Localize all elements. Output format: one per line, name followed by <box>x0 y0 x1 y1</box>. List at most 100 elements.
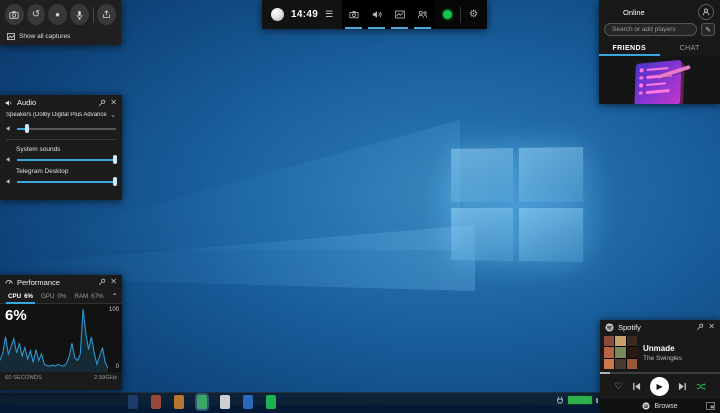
xbox-social-widget: Online ✎ FRIENDS CHAT <box>599 0 720 104</box>
tab-gpu[interactable]: GPU0% <box>37 289 70 303</box>
taskbar-icons <box>128 395 276 409</box>
playback-progress-bar[interactable] <box>600 372 720 374</box>
screenshot-button[interactable] <box>5 4 24 25</box>
system-sounds-slider[interactable] <box>17 155 116 165</box>
active-indicator <box>345 27 362 29</box>
battery-nub <box>596 398 598 403</box>
tab-ram[interactable]: RAM67% <box>70 289 107 303</box>
taskbar-app-3[interactable] <box>174 395 184 409</box>
taskbar-app-7[interactable] <box>266 395 276 409</box>
telegram-volume-slider[interactable] <box>17 177 116 187</box>
speaker-icon <box>6 125 13 132</box>
show-all-captures-label: Show all captures <box>19 33 70 40</box>
performance-footer: 60 SECONDS 2.59GHz <box>0 372 122 381</box>
game-bar-widget-toggles <box>342 0 434 29</box>
previous-button[interactable] <box>632 382 641 391</box>
start-recording-button[interactable]: ● <box>48 4 67 25</box>
capture-widget-toggle[interactable] <box>342 0 365 29</box>
add-friend-button[interactable]: ✎ <box>701 23 715 36</box>
people-icon <box>417 10 428 19</box>
divider <box>93 7 94 23</box>
performance-titlebar: Performance ✕ <box>0 275 122 289</box>
profile-button[interactable] <box>698 4 714 20</box>
camera-icon <box>9 10 19 20</box>
active-indicator <box>414 27 431 29</box>
taskbar-app-6[interactable] <box>243 395 253 409</box>
game-bar-right: ⚙ <box>434 0 487 29</box>
audio-titlebar: Audio ✕ <box>0 95 122 110</box>
divider <box>460 7 461 23</box>
capture-widget: ↺ ● Show all captures <box>0 0 121 45</box>
taskbar-app-5[interactable] <box>220 395 230 409</box>
taskbar-app-2[interactable] <box>151 395 161 409</box>
camera-icon <box>349 10 359 19</box>
windows-logo-pane <box>519 147 583 201</box>
friends-empty-state <box>599 56 720 104</box>
gauge-icon <box>5 278 13 286</box>
performance-tabs: CPU6% GPU0% RAM67% ⌃ <box>0 289 122 304</box>
audio-widget: Audio ✕ Speakers (Dolby Digital Plus Adv… <box>0 95 122 200</box>
close-icon[interactable]: ✕ <box>110 99 117 107</box>
speaker-icon <box>5 99 13 107</box>
next-button[interactable] <box>678 382 687 391</box>
close-icon[interactable]: ✕ <box>110 278 117 286</box>
gallery-icon <box>7 33 15 40</box>
online-status-icon[interactable] <box>443 10 452 19</box>
shuffle-button[interactable] <box>696 382 706 391</box>
social-header: Online <box>599 0 720 21</box>
playback-controls: ♡ ▶ <box>600 374 720 399</box>
share-button[interactable] <box>97 4 116 25</box>
time-window-label: 60 SECONDS <box>5 375 42 381</box>
spotify-title: Spotify <box>618 323 641 332</box>
show-all-captures[interactable]: Show all captures <box>0 29 121 43</box>
output-device-name: Speakers (Dolby Digital Plus Advanced A.… <box>6 112 107 118</box>
like-button[interactable]: ♡ <box>614 381 622 392</box>
pin-icon[interactable] <box>98 99 106 107</box>
friends-list-illustration <box>634 60 681 104</box>
taskbar-app-4[interactable] <box>197 395 207 409</box>
spotify-widget: Spotify ✕ Unmade The Swingles ♡ ▶ <box>600 320 720 405</box>
record-last-button[interactable]: ↺ <box>27 4 46 25</box>
close-icon[interactable]: ✕ <box>708 323 715 331</box>
game-bar: 14:49 ☰ <box>262 0 487 29</box>
xbox-logo-icon[interactable] <box>271 8 284 21</box>
chevron-down-icon: ⌄ <box>110 111 116 119</box>
capture-buttons: ↺ ● <box>0 0 121 29</box>
taskbar-app-1[interactable] <box>128 395 138 409</box>
battery-indicator[interactable] <box>556 395 598 405</box>
pin-icon[interactable] <box>98 278 106 286</box>
edit-icon: ✎ <box>705 26 711 34</box>
settings-gear-icon[interactable]: ⚙ <box>469 9 478 20</box>
microphone-button[interactable] <box>70 4 89 25</box>
performance-title: Performance <box>17 278 60 287</box>
online-status-label: Online <box>623 8 645 17</box>
social-search-row: ✎ <box>599 21 720 38</box>
windows-logo-pane <box>451 148 513 202</box>
app-volume-label: Telegram Desktop <box>0 166 122 175</box>
tab-chat[interactable]: CHAT <box>660 40 720 56</box>
social-widget-toggle[interactable] <box>411 0 434 29</box>
collapse-chevron-icon[interactable]: ⌃ <box>111 292 118 301</box>
speaker-icon <box>6 178 13 185</box>
windows-logo-pane <box>451 207 513 261</box>
widget-menu-icon[interactable]: ☰ <box>325 9 333 20</box>
output-device-dropdown[interactable]: Speakers (Dolby Digital Plus Advanced A.… <box>0 110 122 122</box>
app-volume-label: System sounds <box>0 144 122 153</box>
master-volume-row <box>0 122 122 135</box>
record-dot-icon: ● <box>55 10 60 19</box>
audio-widget-toggle[interactable] <box>365 0 388 29</box>
browse-button[interactable]: Browse <box>654 403 677 410</box>
player-search-input[interactable] <box>604 23 697 36</box>
pin-icon[interactable] <box>696 323 704 331</box>
performance-widget-toggle[interactable] <box>388 0 411 29</box>
tab-cpu[interactable]: CPU6% <box>4 289 37 303</box>
divider <box>6 139 116 140</box>
clock: 14:49 <box>291 9 318 20</box>
mini-player-icon[interactable] <box>706 402 715 410</box>
master-volume-slider[interactable] <box>17 124 116 134</box>
axis-min-label: 0 <box>116 364 119 370</box>
play-button[interactable]: ▶ <box>650 377 669 396</box>
windows-logo-pane <box>519 208 583 262</box>
share-icon <box>102 10 111 19</box>
now-playing: Unmade The Swingles <box>600 334 720 370</box>
